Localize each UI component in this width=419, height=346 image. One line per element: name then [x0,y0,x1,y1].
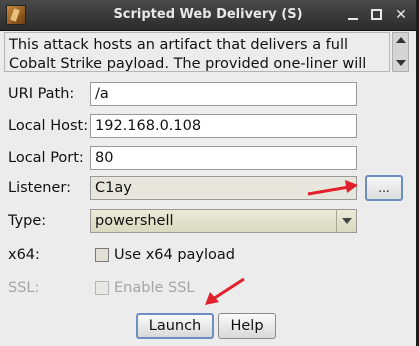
maximize-icon[interactable] [368,6,386,24]
description-text: This attack hosts an artifact that deliv… [9,37,367,72]
title-bar[interactable]: Scripted Web Delivery (S) ✕ [0,0,416,31]
listener-label: Listener: [8,180,71,196]
ssl-checkbox-label[interactable]: Enable SSL [114,280,195,296]
local-host-label: Local Host: [8,118,89,134]
local-host-input[interactable]: 192.168.0.108 [90,114,357,138]
type-label: Type: [8,213,47,229]
choose-listener-button[interactable]: ... [365,175,403,201]
listener-field: C1ay [90,176,357,200]
help-button[interactable]: Help [218,313,276,339]
close-icon[interactable]: ✕ [392,6,410,24]
ssl-label: SSL: [8,280,40,296]
x64-checkbox-label[interactable]: Use x64 payload [114,247,235,263]
ssl-checkbox[interactable] [95,281,109,295]
uri-path-label: URI Path: [8,86,75,102]
local-port-input[interactable]: 80 [90,146,357,170]
scroll-down-icon[interactable] [396,60,406,66]
launch-button[interactable]: Launch [136,313,214,339]
description-scrollbar[interactable] [392,32,409,72]
x64-checkbox[interactable] [95,248,109,262]
chevron-down-icon[interactable] [336,209,357,233]
uri-path-input[interactable]: /a [90,82,357,106]
type-select[interactable]: powershell [90,209,357,233]
dialog-window: Scripted Web Delivery (S) ✕ This attack … [0,0,416,346]
local-port-label: Local Port: [8,150,84,166]
scroll-up-icon[interactable] [396,37,406,43]
description-box: This attack hosts an artifact that deliv… [4,32,390,72]
x64-label: x64: [8,247,40,263]
minimize-icon[interactable] [344,6,362,24]
